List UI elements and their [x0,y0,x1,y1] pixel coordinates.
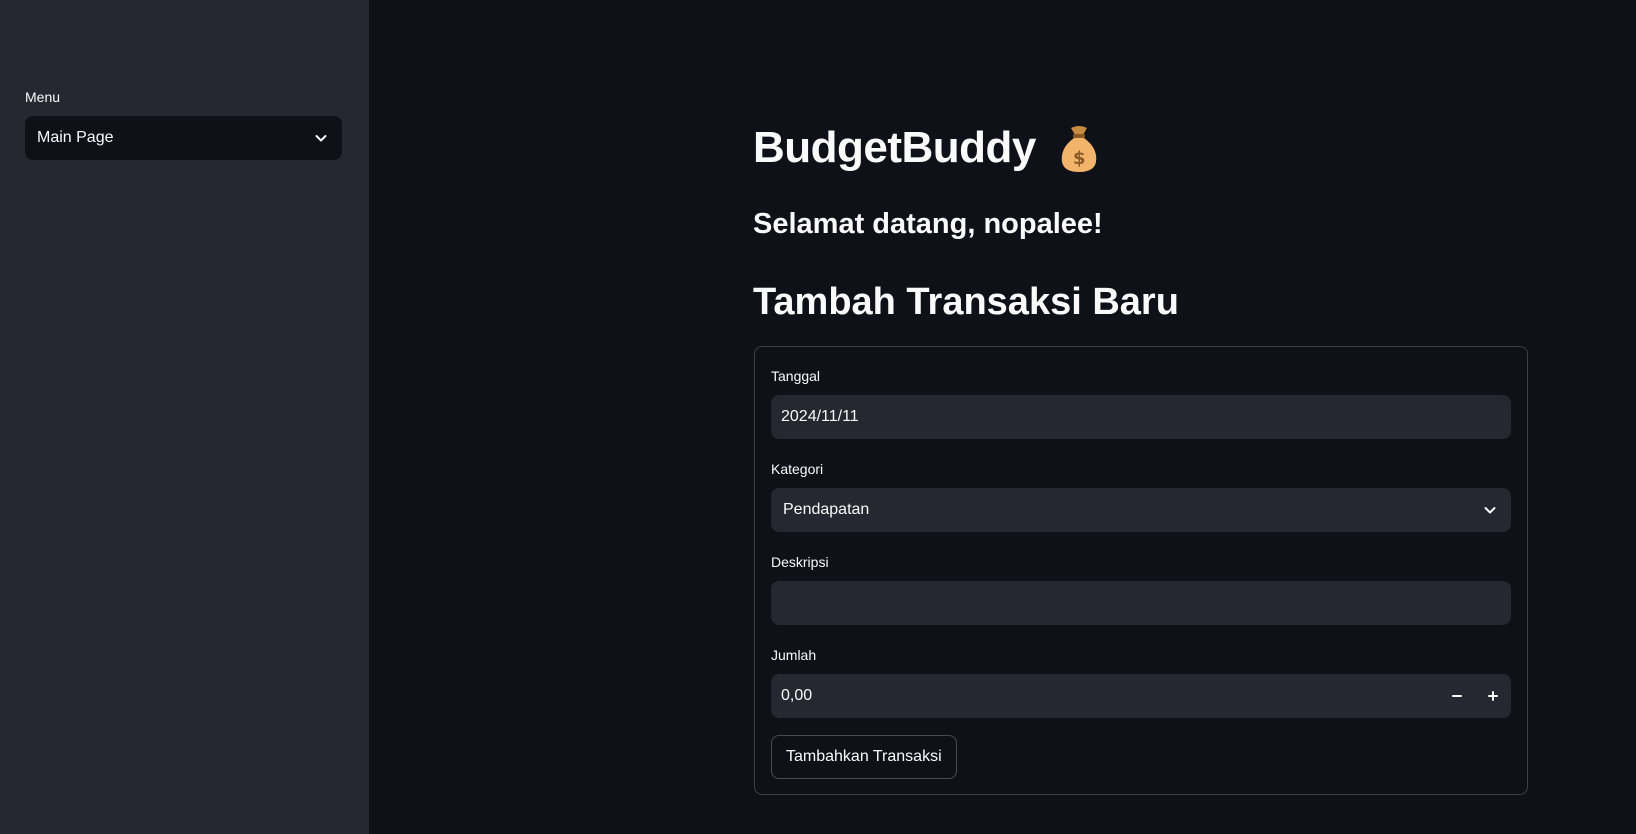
amount-value: 0,00 [781,687,813,704]
transaction-form: Tanggal 2024/11/11 Kategori Pendapatan D… [754,346,1528,795]
amount-input[interactable]: 0,00 [771,674,1511,718]
description-input[interactable] [771,581,1511,625]
sidebar: Menu Main Page [0,0,369,834]
chevron-down-icon [1483,503,1497,517]
description-label: Deskripsi [771,554,829,570]
add-transaction-button[interactable]: Tambahkan Transaksi [771,735,957,779]
menu-label: Menu [25,89,61,105]
page-title: BudgetBuddy $ [753,122,1102,174]
category-label: Kategori [771,461,824,477]
app-window: Menu Main Page BudgetBuddy $ Selamat dat… [0,0,1636,834]
plus-icon [1488,691,1498,701]
increment-button[interactable] [1475,674,1511,718]
date-input[interactable]: 2024/11/11 [771,395,1511,439]
money-bag-icon: $ [1056,122,1102,174]
section-title: Tambah Transaksi Baru [753,281,1179,323]
decrement-button[interactable] [1439,674,1475,718]
amount-label: Jumlah [771,647,817,663]
date-label: Tanggal [771,368,821,384]
date-value: 2024/11/11 [781,408,859,425]
app-title-text: BudgetBuddy [753,123,1036,172]
minus-icon [1452,695,1462,697]
main-content: BudgetBuddy $ Selamat datang, nopalee! T… [369,0,1636,834]
svg-text:$: $ [1073,148,1085,169]
menu-selected-value: Main Page [37,129,114,146]
menu-select[interactable]: Main Page [25,116,342,160]
category-select[interactable]: Pendapatan [771,488,1511,532]
chevron-down-icon [314,131,328,145]
welcome-heading: Selamat datang, nopalee! [753,208,1103,240]
category-value: Pendapatan [783,501,870,518]
